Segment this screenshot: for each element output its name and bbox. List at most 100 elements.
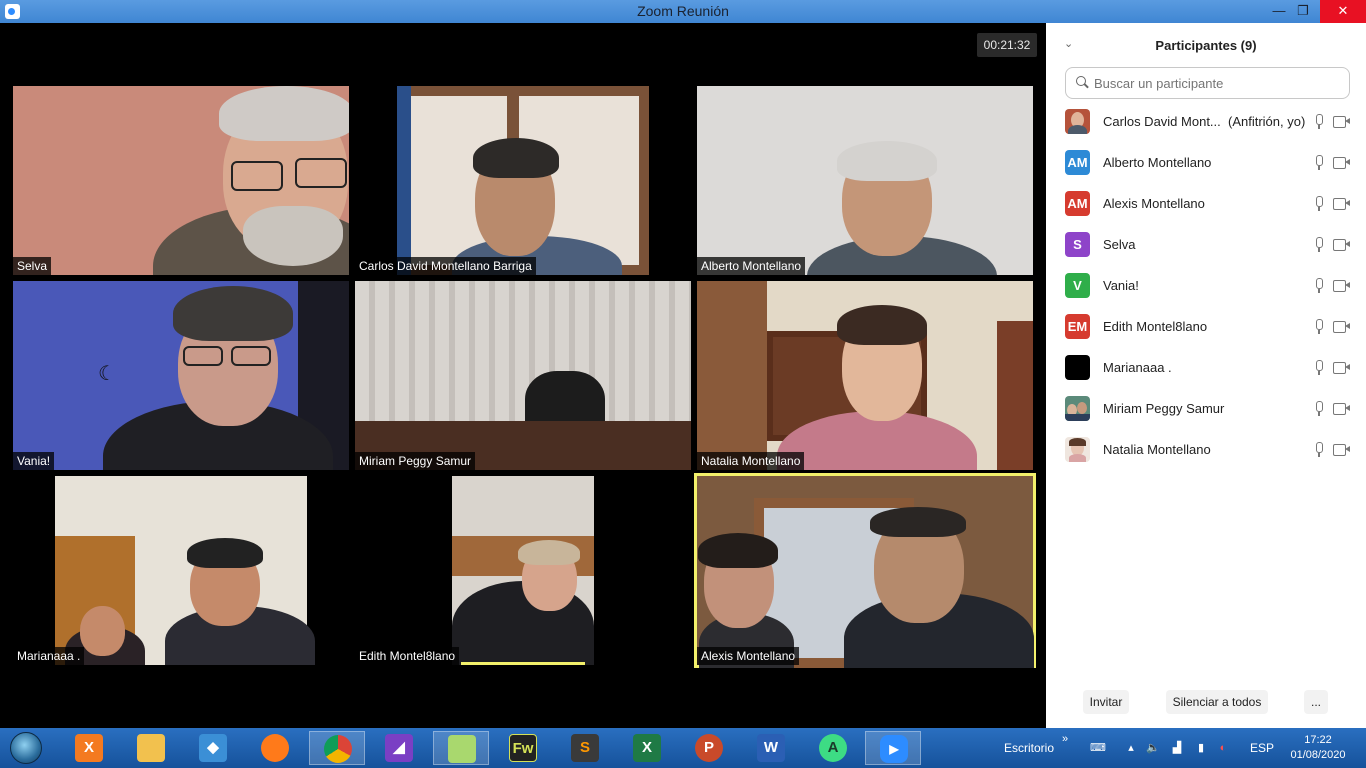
list-item[interactable]: Carlos David Mont... (Anfitrión, yo)	[1046, 101, 1366, 142]
search-icon	[1076, 76, 1089, 89]
list-item[interactable]: AM Alexis Montellano	[1046, 183, 1366, 224]
zoom-icon: ▶	[880, 735, 908, 763]
video-tile[interactable]: Marianaaa .	[13, 476, 349, 665]
video-camera-icon[interactable]	[1333, 239, 1351, 251]
participant-name-label: Marianaaa .	[13, 647, 85, 665]
system-clock[interactable]: 17:22 01/08/2020	[1282, 733, 1354, 763]
volume-icon[interactable]: 🔈	[1146, 741, 1160, 755]
participant-name: Carlos David Mont...	[1103, 114, 1221, 129]
microphone-icon[interactable]	[1314, 237, 1323, 252]
participant-name: Alexis Montellano	[1103, 196, 1205, 211]
list-item[interactable]: EM Edith Montel8lano	[1046, 306, 1366, 347]
taskbar-app-git[interactable]: ◆	[185, 731, 241, 765]
video-tile[interactable]: ☾ Vania!	[13, 281, 349, 470]
moon-icon: ☾	[98, 363, 116, 385]
invite-button[interactable]: Invitar	[1083, 690, 1129, 714]
microphone-icon[interactable]	[1314, 114, 1323, 129]
chevron-right-icon[interactable]: »	[1058, 732, 1072, 746]
microphone-icon[interactable]	[1314, 442, 1323, 457]
participant-name-label: Selva	[13, 257, 52, 275]
participant-name-label: Carlos David Montellano Barriga	[355, 257, 536, 275]
microphone-icon[interactable]	[1314, 401, 1323, 416]
video-camera-icon[interactable]	[1333, 444, 1351, 456]
avatar: V	[1065, 273, 1090, 298]
participant-name-label: Miriam Peggy Samur	[355, 452, 476, 470]
search-input[interactable]	[1094, 68, 1344, 98]
power-icon[interactable]: ▮	[1194, 741, 1208, 755]
microphone-icon[interactable]	[1314, 196, 1323, 211]
android-studio-icon: A	[819, 734, 847, 762]
avatar	[1065, 437, 1090, 462]
fireworks-icon: Fw	[509, 734, 537, 762]
desktop-toolbar-label[interactable]: Escritorio	[1004, 741, 1054, 755]
video-tile[interactable]: Alberto Montellano	[697, 86, 1033, 275]
video-camera-icon[interactable]	[1333, 321, 1351, 333]
video-tile-active-speaker[interactable]: Alexis Montellano	[694, 473, 1036, 668]
signal-icon[interactable]: ▟	[1170, 741, 1184, 755]
video-tile[interactable]: Carlos David Montellano Barriga	[355, 86, 691, 275]
video-camera-icon[interactable]	[1333, 403, 1351, 415]
participant-name: Marianaaa .	[1103, 360, 1172, 375]
microphone-icon[interactable]	[1314, 319, 1323, 334]
taskbar-app-sublime[interactable]: S	[557, 731, 613, 765]
show-hidden-icons-icon[interactable]: ▴	[1124, 741, 1138, 755]
video-tile[interactable]: Edith Montel8lano	[355, 476, 691, 665]
close-button[interactable]: ✕	[1320, 0, 1366, 23]
participant-name-label: Natalia Montellano	[697, 452, 805, 470]
microphone-icon[interactable]	[1314, 278, 1323, 293]
taskbar-app-word[interactable]: W	[743, 731, 799, 765]
list-item[interactable]: V Vania!	[1046, 265, 1366, 306]
powerpoint-icon: P	[695, 734, 723, 762]
list-item[interactable]: Miriam Peggy Samur	[1046, 388, 1366, 429]
taskbar-app-visual-studio[interactable]: ◢	[371, 731, 427, 765]
participant-name-label: Alexis Montellano	[697, 647, 800, 665]
participant-name-label: Edith Montel8lano	[355, 647, 460, 665]
participant-name: Alberto Montellano	[1103, 155, 1212, 170]
taskbar-app-zoom[interactable]: ▶	[865, 731, 921, 765]
windows-logo-icon	[10, 732, 42, 764]
start-button[interactable]	[6, 730, 46, 766]
word-icon: W	[757, 734, 785, 762]
list-item[interactable]: AM Alberto Montellano	[1046, 142, 1366, 183]
avatar	[1065, 355, 1090, 380]
taskbar-app-file-explorer[interactable]	[123, 731, 179, 765]
participant-search[interactable]	[1065, 67, 1350, 99]
meeting-timer: 00:21:32	[977, 33, 1037, 57]
antivirus-icon[interactable]: ◐	[1216, 741, 1230, 755]
mute-all-button[interactable]: Silenciar a todos	[1166, 690, 1268, 714]
avatar: AM	[1065, 150, 1090, 175]
taskbar-app-fireworks[interactable]: Fw	[495, 731, 551, 765]
video-camera-icon[interactable]	[1333, 198, 1351, 210]
video-camera-icon[interactable]	[1333, 362, 1351, 374]
taskbar-app-excel[interactable]: X	[619, 731, 675, 765]
taskbar-app-android-studio[interactable]: A	[805, 731, 861, 765]
list-item[interactable]: Marianaaa .	[1046, 347, 1366, 388]
window-title: Zoom Reunión	[637, 3, 729, 19]
title-bar: Zoom Reunión — ❐ ✕	[0, 0, 1366, 23]
more-options-button[interactable]: ...	[1304, 690, 1328, 714]
video-tile[interactable]: Miriam Peggy Samur	[355, 281, 691, 470]
taskbar-app-firefox[interactable]	[247, 731, 303, 765]
video-camera-icon[interactable]	[1333, 157, 1351, 169]
microphone-icon[interactable]	[1314, 155, 1323, 170]
microphone-icon[interactable]	[1314, 360, 1323, 375]
taskbar-app-powerpoint[interactable]: P	[681, 731, 737, 765]
video-camera-icon[interactable]	[1333, 280, 1351, 292]
participant-name: Edith Montel8lano	[1103, 319, 1208, 334]
language-indicator[interactable]: ESP	[1250, 741, 1274, 755]
video-camera-icon[interactable]	[1333, 116, 1351, 128]
clock-date: 01/08/2020	[1290, 749, 1346, 761]
firefox-icon	[261, 734, 289, 762]
list-item[interactable]: Natalia Montellano	[1046, 429, 1366, 470]
video-tile[interactable]: Selva	[13, 86, 349, 275]
git-icon: ◆	[199, 734, 227, 762]
taskbar-app-chrome[interactable]	[309, 731, 365, 765]
taskbar-app-xampp[interactable]: X	[61, 731, 117, 765]
list-item[interactable]: S Selva	[1046, 224, 1366, 265]
taskbar-app-folder[interactable]	[433, 731, 489, 765]
keyboard-icon[interactable]: ⌨	[1085, 741, 1111, 755]
video-tile[interactable]: Natalia Montellano	[697, 281, 1033, 470]
participant-list: Carlos David Mont... (Anfitrión, yo) AM …	[1046, 101, 1366, 470]
avatar	[1065, 396, 1090, 421]
participant-name-label: Vania!	[13, 452, 55, 470]
